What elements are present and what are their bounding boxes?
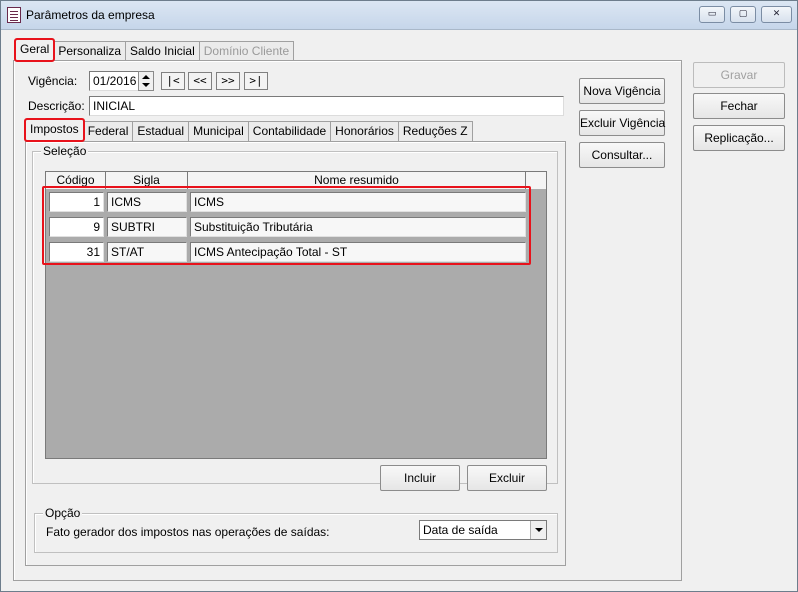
table-row[interactable]: 31 ST/AT ICMS Antecipação Total - ST (46, 240, 546, 265)
selecao-title: Seleção (41, 144, 89, 158)
header-sigla[interactable]: Sigla (106, 172, 188, 189)
tab-reducoes-z[interactable]: Reduções Z (397, 121, 473, 141)
main-tabs: Geral Personaliza Saldo Inicial Domínio … (13, 38, 295, 62)
tab-saldo-inicial[interactable]: Saldo Inicial (125, 41, 200, 61)
parametros-window: Parâmetros da empresa ▭ ▢ ✕ Geral Person… (0, 0, 798, 592)
incluir-button[interactable]: Incluir (380, 465, 460, 491)
fato-gerador-value: Data de saída (423, 523, 498, 537)
gravar-button: Gravar (693, 62, 785, 88)
tab-estadual[interactable]: Estadual (132, 121, 190, 141)
client-area: Geral Personaliza Saldo Inicial Domínio … (7, 33, 793, 587)
tab-dominio-cliente: Domínio Cliente (198, 41, 295, 61)
chevron-down-icon[interactable] (530, 521, 546, 539)
minimize-button[interactable]: ▭ (699, 6, 725, 23)
consultar-button[interactable]: Consultar... (579, 142, 665, 168)
app-document-icon (7, 7, 21, 23)
row-sigla-cell[interactable]: SUBTRI (107, 217, 187, 237)
previous-period-button[interactable]: << (188, 72, 212, 90)
tab-geral[interactable]: Geral (13, 38, 56, 62)
fato-gerador-label: Fato gerador dos impostos nas operações … (46, 525, 330, 539)
row-sigla-cell[interactable]: ST/AT (107, 242, 187, 262)
next-period-button[interactable]: >> (216, 72, 240, 90)
replicacao-button[interactable]: Replicação... (693, 125, 785, 151)
table-row[interactable]: 1 ICMS ICMS (46, 190, 546, 215)
excluir-button[interactable]: Excluir (467, 465, 547, 491)
impostos-grid[interactable]: Código Sigla Nome resumido 1 ICMS ICMS 9… (42, 171, 547, 459)
table-row[interactable]: 9 SUBTRI Substituição Tributária (46, 215, 546, 240)
window-title: Parâmetros da empresa (26, 8, 155, 22)
tab-contabilidade[interactable]: Contabilidade (247, 121, 332, 141)
row-nome-cell[interactable]: Substituição Tributária (190, 217, 526, 237)
close-window-button[interactable]: ✕ (761, 6, 792, 23)
row-codigo-cell[interactable]: 9 (49, 217, 104, 237)
vigencia-field[interactable]: 01/2016 (89, 71, 139, 91)
header-spacer (526, 172, 546, 189)
tab-impostos[interactable]: Impostos (24, 118, 85, 142)
fechar-button[interactable]: Fechar (693, 93, 785, 119)
tab-federal[interactable]: Federal (82, 121, 134, 141)
header-codigo[interactable]: Código (46, 172, 106, 189)
header-nome-resumido[interactable]: Nome resumido (188, 172, 526, 189)
fato-gerador-select[interactable]: Data de saída (419, 520, 547, 540)
row-codigo-cell[interactable]: 1 (49, 192, 104, 212)
maximize-button[interactable]: ▢ (730, 6, 756, 23)
vigencia-spinner[interactable] (138, 71, 154, 91)
tab-honorarios[interactable]: Honorários (330, 121, 399, 141)
row-nome-cell[interactable]: ICMS Antecipação Total - ST (190, 242, 526, 262)
opcao-title: Opção (43, 506, 83, 520)
first-period-button[interactable]: |< (161, 72, 185, 90)
descricao-field[interactable]: INICIAL (89, 96, 564, 116)
vigencia-label: Vigência: (28, 74, 78, 88)
sub-tabs: Impostos Federal Estadual Municipal Cont… (24, 118, 473, 142)
tab-personaliza[interactable]: Personaliza (53, 41, 127, 61)
row-sigla-cell[interactable]: ICMS (107, 192, 187, 212)
tab-municipal[interactable]: Municipal (188, 121, 249, 141)
last-period-button[interactable]: >| (244, 72, 268, 90)
row-nome-cell[interactable]: ICMS (190, 192, 526, 212)
row-codigo-cell[interactable]: 31 (49, 242, 104, 262)
nova-vigencia-button[interactable]: Nova Vigência (579, 78, 665, 104)
title-bar[interactable]: Parâmetros da empresa ▭ ▢ ✕ (1, 1, 797, 30)
grid-header: Código Sigla Nome resumido (46, 172, 546, 189)
excluir-vigencia-button[interactable]: Excluir Vigência (579, 110, 665, 136)
descricao-label: Descrição: (28, 99, 85, 113)
